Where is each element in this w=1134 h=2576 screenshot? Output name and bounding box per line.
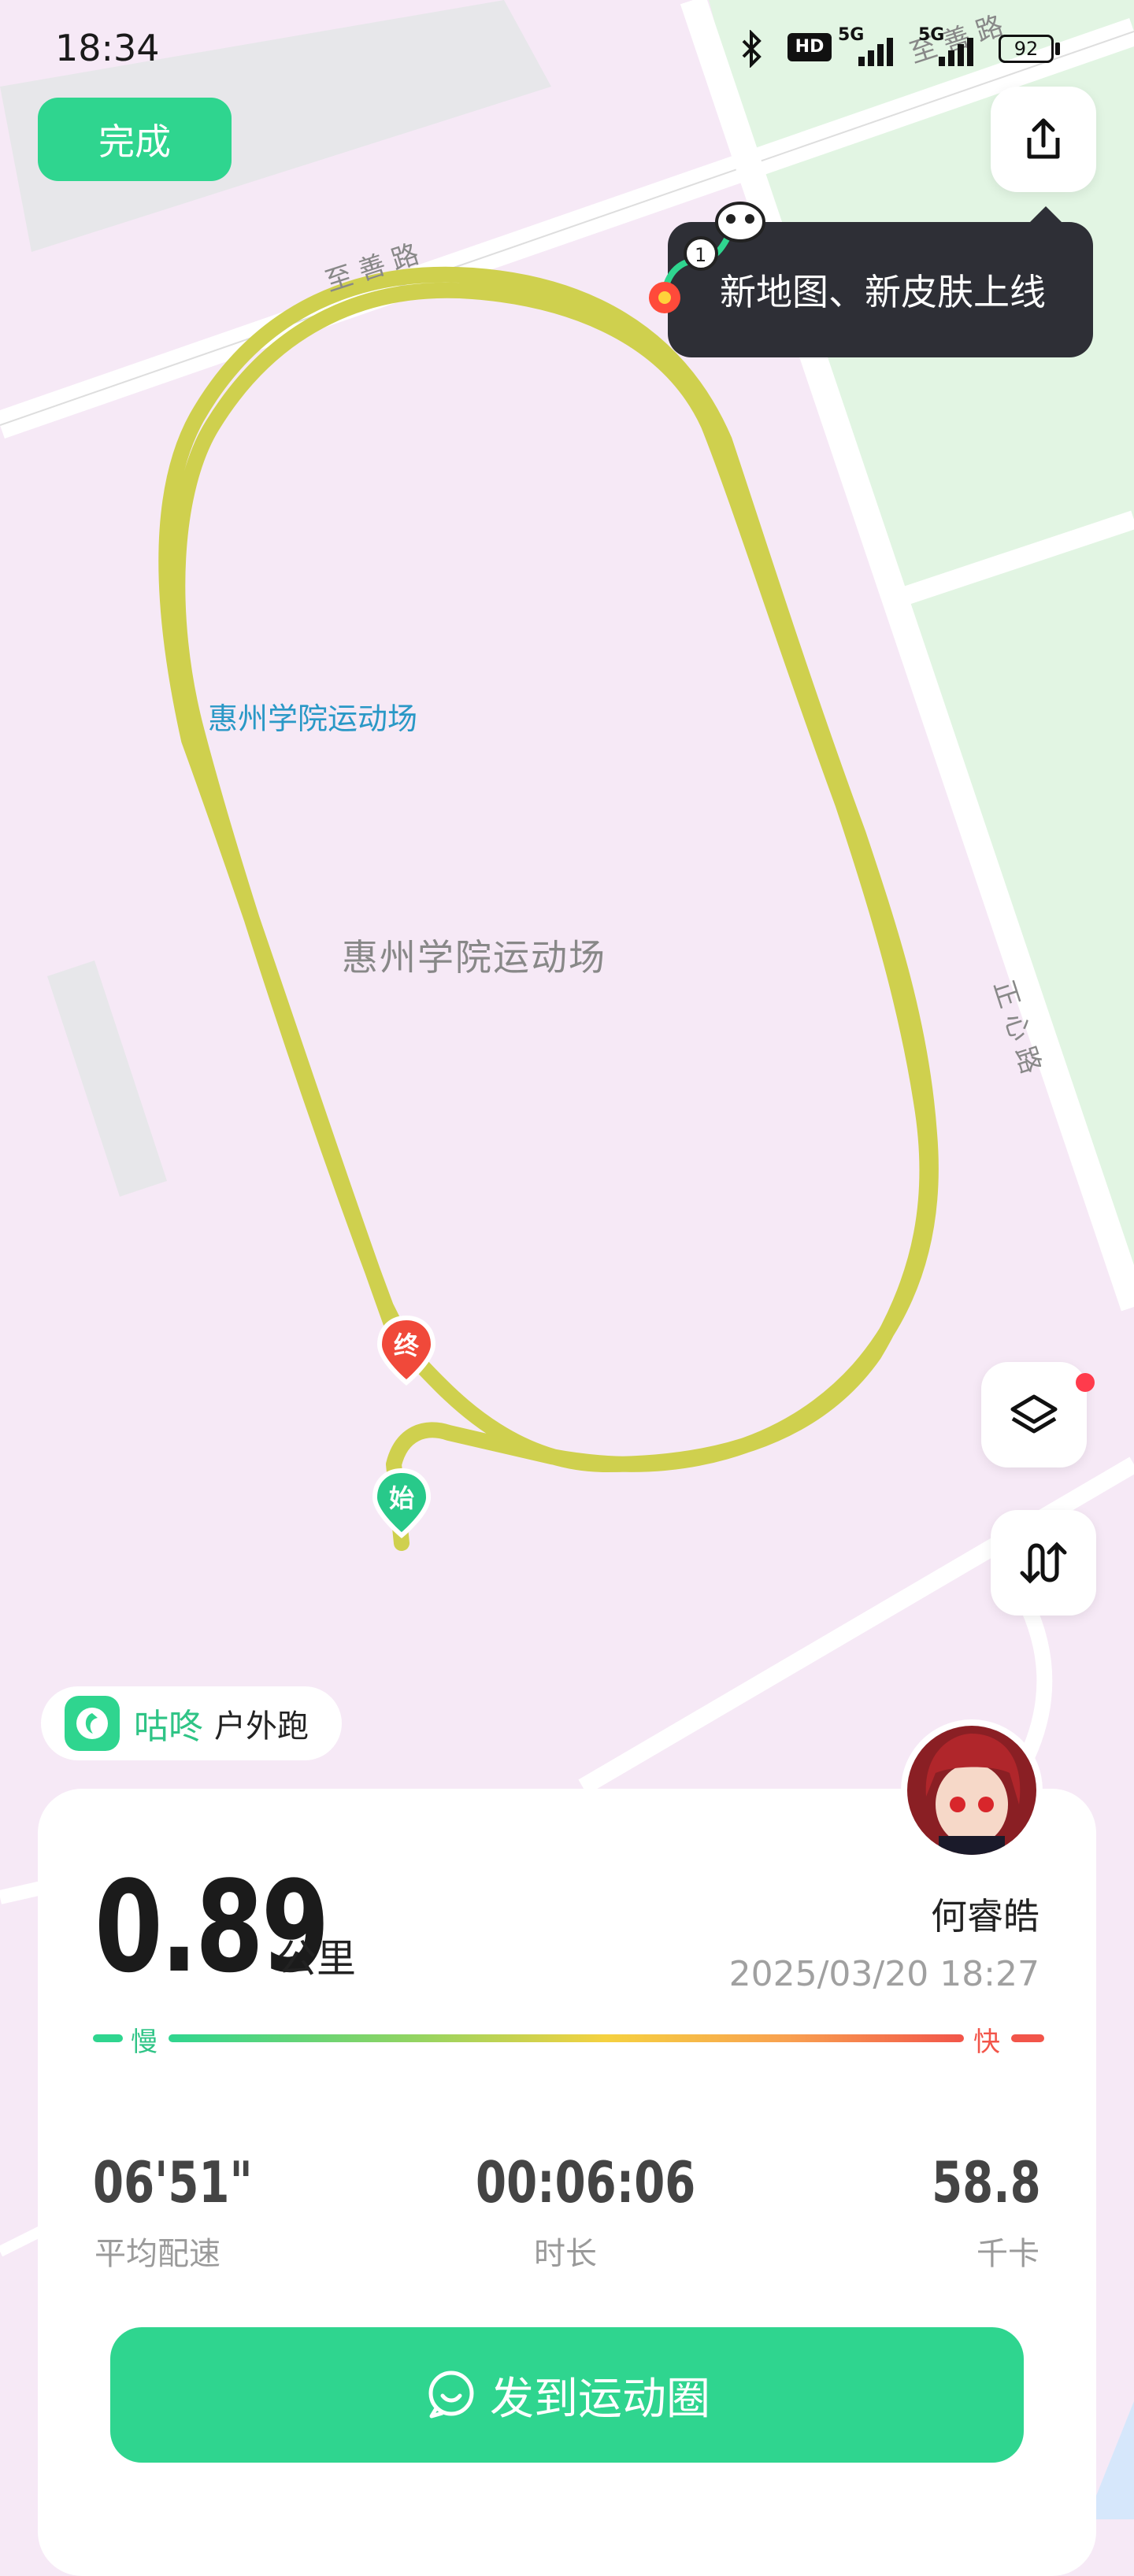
brand-name: 咕咚 <box>134 1707 203 1747</box>
pace-fast-dash <box>1011 2034 1044 2042</box>
avatar[interactable] <box>901 1719 1043 1861</box>
tooltip-arrow <box>1028 206 1063 224</box>
layers-icon <box>1010 1394 1058 1434</box>
codoon-logo-icon <box>65 1696 120 1751</box>
tooltip-mascot-icon: 1 <box>649 202 765 313</box>
chat-bubble-icon <box>428 2371 474 2419</box>
share-button[interactable] <box>991 87 1096 192</box>
duration-label: 时长 <box>534 2236 597 2272</box>
pace-slow-dash <box>93 2034 123 2042</box>
post-to-feed-label: 发到运动圈 <box>490 2373 710 2425</box>
user-name: 何睿皓 <box>931 1895 1040 1938</box>
pace-slow-label: 慢 <box>131 2026 158 2058</box>
calories-label: 千卡 <box>976 2236 1040 2272</box>
start-marker[interactable]: 始 <box>372 1468 432 1538</box>
share-icon <box>1027 118 1060 159</box>
hd-icon: HD <box>788 33 832 61</box>
start-marker-label: 始 <box>388 1483 414 1513</box>
signal-5g-icon <box>858 38 893 66</box>
route-replay-button[interactable] <box>991 1510 1096 1616</box>
route-icon <box>1020 1542 1067 1584</box>
brand-pill: 咕咚 户外跑 <box>41 1686 342 1760</box>
duration-value: 00:06:06 <box>476 2149 696 2215</box>
venue-label: 惠州学院运动场 <box>208 701 417 736</box>
activity-datetime: 2025/03/20 18:27 <box>728 1954 1040 1994</box>
distance-unit: 公里 <box>277 1936 356 1982</box>
activity-type: 户外跑 <box>214 1708 309 1745</box>
avg-pace-label: 平均配速 <box>94 2236 220 2272</box>
end-marker[interactable]: 终 <box>376 1315 436 1386</box>
avg-pace-value: 06'51" <box>93 2149 253 2215</box>
venue-center-label: 惠州学院运动场 <box>342 936 606 979</box>
pace-legend: 慢 快 <box>93 2025 1044 2058</box>
battery-level: 92 <box>1014 38 1039 60</box>
notification-dot <box>1076 1373 1095 1392</box>
battery-icon: 92 <box>999 35 1054 63</box>
status-time: 18:34 <box>55 27 160 69</box>
bluetooth-icon <box>742 30 762 68</box>
signal-5g-icon-2 <box>939 38 973 66</box>
map-layers-button[interactable] <box>981 1362 1087 1468</box>
calories-value: 58.8 <box>932 2149 1041 2215</box>
svg-text:1: 1 <box>695 244 706 266</box>
done-button[interactable]: 完成 <box>38 98 232 181</box>
status-bar: 18:34 HD 5G 5G 92 <box>0 0 1134 94</box>
post-to-feed-button[interactable]: 发到运动圈 <box>110 2327 1024 2463</box>
pace-gradient <box>169 2034 964 2042</box>
pace-fast-label: 快 <box>973 2026 1000 2058</box>
end-marker-label: 终 <box>393 1331 419 1360</box>
